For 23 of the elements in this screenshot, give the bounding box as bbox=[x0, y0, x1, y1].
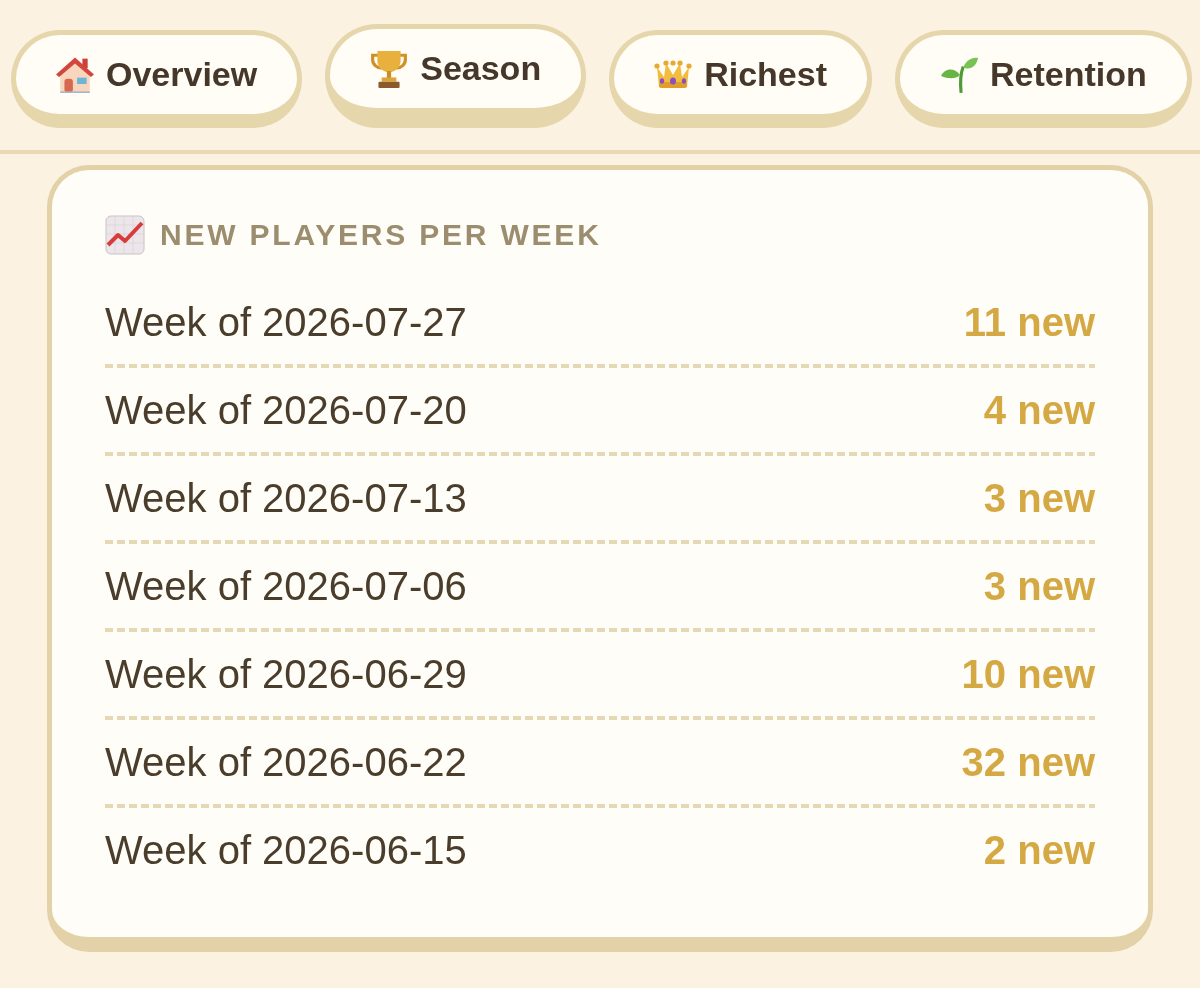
new-count: 10 new bbox=[961, 651, 1095, 698]
new-count: 11 new bbox=[963, 299, 1095, 346]
new-count: 3 new bbox=[983, 475, 1095, 522]
week-label: Week of 2026-07-13 bbox=[105, 475, 467, 522]
week-label: Week of 2026-07-06 bbox=[105, 563, 467, 610]
week-label: Week of 2026-06-15 bbox=[105, 827, 467, 874]
week-label: Week of 2026-06-29 bbox=[105, 651, 467, 698]
new-count: 2 new bbox=[983, 827, 1095, 874]
week-label: Week of 2026-06-22 bbox=[105, 739, 467, 786]
new-count: 3 new bbox=[983, 563, 1095, 610]
new-count: 4 new bbox=[983, 387, 1095, 434]
tab[interactable]: Retention bbox=[895, 30, 1192, 128]
chart-icon bbox=[105, 215, 145, 255]
house-icon bbox=[56, 55, 94, 94]
trophy-icon bbox=[370, 49, 409, 88]
week-label: Week of 2026-07-27 bbox=[105, 299, 467, 346]
week-label: Week of 2026-07-20 bbox=[105, 387, 467, 434]
tab[interactable]: Overview bbox=[11, 30, 303, 128]
tab[interactable]: Season bbox=[325, 24, 587, 128]
sprout-icon bbox=[940, 55, 978, 94]
new-count: 32 new bbox=[961, 739, 1095, 786]
section-title: NEW PLAYERS PER WEEK bbox=[160, 217, 602, 253]
tab[interactable]: Richest bbox=[609, 30, 872, 128]
